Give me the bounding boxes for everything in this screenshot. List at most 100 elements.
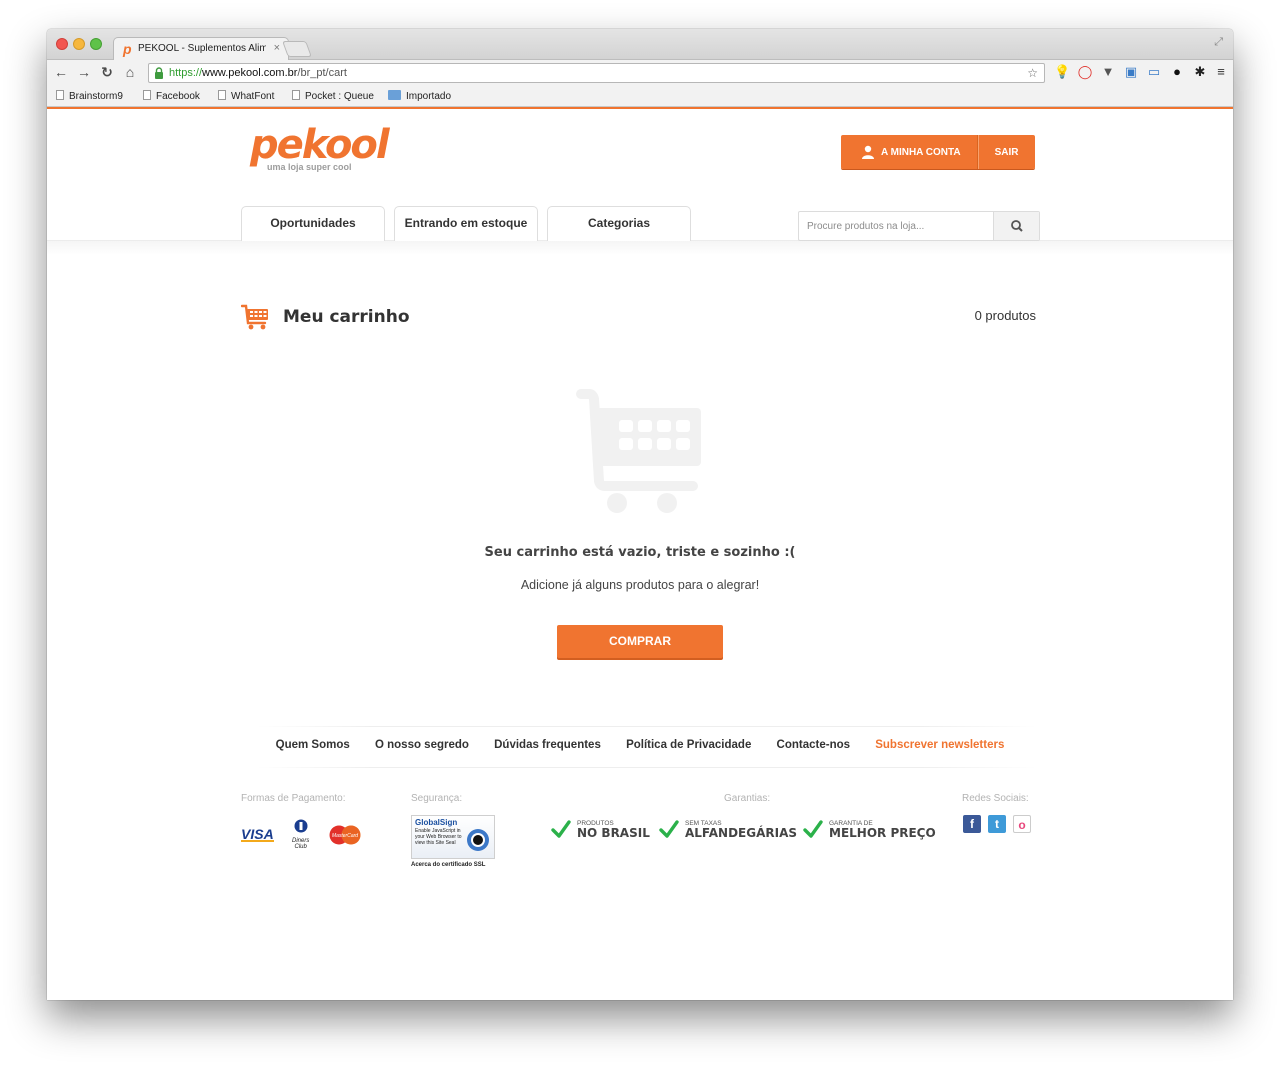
social-heading: Redes Sociais: xyxy=(962,793,1029,804)
circle-icon[interactable]: ● xyxy=(1169,64,1185,80)
search-button[interactable] xyxy=(993,212,1039,240)
guarantee-big-label: ALFANDEGÁRIAS xyxy=(685,825,798,840)
back-icon[interactable]: ← xyxy=(53,64,69,80)
site-logo[interactable]: pekool uma loja super cool xyxy=(250,122,390,172)
bookmark-whatfont[interactable]: WhatFont xyxy=(218,90,274,102)
tab-title: PEKOOL - Suplementos Alim xyxy=(138,43,266,54)
footer-links: Quem Somos O nosso segredo Dúvidas frequ… xyxy=(47,739,1233,751)
cart-title: Meu carrinho xyxy=(283,307,410,327)
nav-tab-categorias[interactable]: Categorias xyxy=(547,206,691,241)
empty-cart-icon xyxy=(576,389,701,513)
fullscreen-icon[interactable]: ⤢ xyxy=(1214,36,1223,49)
address-bar[interactable]: https://www.pekool.com.br/br_pt/cart ☆ xyxy=(148,63,1045,83)
folder-icon xyxy=(388,90,401,100)
gear-icon[interactable]: ✱ xyxy=(1192,64,1208,80)
globalsign-text: Enable JavaScript in your Web Browser to… xyxy=(415,828,462,846)
tab-strip: p PEKOOL - Suplementos Alim × ⤢ xyxy=(47,29,1233,61)
search-icon xyxy=(1011,220,1023,232)
page-icon xyxy=(56,90,64,100)
logo-tagline: uma loja super cool xyxy=(267,162,352,172)
browser-window: p PEKOOL - Suplementos Alim × ⤢ ← → ↻ ⌂ … xyxy=(47,29,1233,1000)
visa-logo: VISA xyxy=(241,825,274,842)
footer-link-quem-somos[interactable]: Quem Somos xyxy=(276,739,350,751)
footer-link-privacidade[interactable]: Política de Privacidade xyxy=(626,739,751,751)
diners-label: Diners Club xyxy=(292,838,310,850)
footer-link-duvidas[interactable]: Dúvidas frequentes xyxy=(494,739,601,751)
opera-icon[interactable]: ◯ xyxy=(1077,64,1093,80)
forward-icon[interactable]: → xyxy=(76,64,92,80)
check-icon xyxy=(659,820,679,838)
logo-wordmark: pekool xyxy=(250,122,390,168)
check-icon xyxy=(551,820,571,838)
payment-methods: VISA Diners Club MasterCard xyxy=(241,819,362,850)
bookmark-label: Pocket : Queue xyxy=(305,91,374,102)
url-scheme: https:// xyxy=(169,67,203,79)
bookmarks-bar: Brainstorm9 Facebook WhatFont Pocket : Q… xyxy=(47,86,1233,107)
bookmark-pocket[interactable]: Pocket : Queue xyxy=(292,90,374,102)
cart-item-count: 0 produtos xyxy=(974,308,1036,323)
my-account-button[interactable]: A MINHA CONTA xyxy=(841,135,978,169)
search-input[interactable] xyxy=(799,212,994,240)
logout-label: SAIR xyxy=(994,146,1019,158)
nav-tab-entrando-em-estoque[interactable]: Entrando em estoque xyxy=(394,206,538,241)
bookmark-label: Brainstorm9 xyxy=(69,91,123,102)
zoom-window-button[interactable] xyxy=(90,38,102,50)
search-box xyxy=(798,211,1040,241)
footer-divider xyxy=(257,726,1037,727)
tab-close-icon[interactable]: × xyxy=(274,42,280,54)
footer-link-nosso-segredo[interactable]: O nosso segredo xyxy=(375,739,469,751)
footer-link-contacte-nos[interactable]: Contacte-nos xyxy=(777,739,850,751)
page-icon xyxy=(292,90,300,100)
guarantee-produtos-brasil: PRODUTOS NO BRASIL xyxy=(551,819,650,839)
url-text: https://www.pekool.com.br/br_pt/cart xyxy=(169,67,347,79)
header-shadow xyxy=(47,241,1233,255)
minimize-window-button[interactable] xyxy=(73,38,85,50)
new-tab-button[interactable] xyxy=(282,41,312,57)
check-icon xyxy=(803,820,823,838)
bookmark-folder-importado[interactable]: Importado xyxy=(388,90,451,102)
empty-cart-subtitle: Adicione já alguns produtos para o alegr… xyxy=(520,578,760,592)
my-account-label: A MINHA CONTA xyxy=(881,146,961,158)
ssl-certificate-link[interactable]: Acerca do certificado SSL xyxy=(411,862,485,868)
bookmark-label: Importado xyxy=(406,91,452,102)
security-heading: Segurança: xyxy=(411,793,463,804)
bookmark-brainstorm9[interactable]: Brainstorm9 xyxy=(56,90,123,102)
facebook-icon[interactable]: f xyxy=(963,815,981,833)
bookmark-facebook[interactable]: Facebook xyxy=(143,90,200,102)
pocket-icon[interactable]: ▼ xyxy=(1100,64,1116,80)
flickr-icon[interactable]: o xyxy=(1013,815,1031,833)
close-window-button[interactable] xyxy=(56,38,68,50)
screenshot-icon[interactable]: ▣ xyxy=(1123,64,1139,80)
lock-icon xyxy=(155,67,163,79)
mastercard-logo: MasterCard xyxy=(329,825,361,844)
browser-tab[interactable]: p PEKOOL - Suplementos Alim × xyxy=(113,37,289,61)
nav-tab-oportunidades[interactable]: Oportunidades xyxy=(241,206,385,241)
page-icon xyxy=(143,90,151,100)
twitter-icon[interactable]: t xyxy=(988,815,1006,833)
guarantees-heading: Garantias: xyxy=(724,793,771,804)
reload-icon[interactable]: ↻ xyxy=(99,64,115,81)
logout-button[interactable]: SAIR xyxy=(977,135,1035,169)
main-nav: Oportunidades Entrando em estoque Catego… xyxy=(241,206,700,241)
globalsign-title: GlobalSign xyxy=(415,818,458,827)
star-icon[interactable]: ☆ xyxy=(1027,66,1038,80)
guarantee-big-label: MELHOR PREÇO xyxy=(829,825,936,840)
window-icon[interactable]: ▭ xyxy=(1146,64,1162,80)
menu-icon[interactable]: ≡ xyxy=(1213,64,1229,80)
pekool-favicon-icon: p xyxy=(123,41,132,57)
empty-cart-title: Seu carrinho está vazio, triste e sozinh… xyxy=(484,545,796,560)
footer-link-newsletter[interactable]: Subscrever newsletters xyxy=(875,739,1004,751)
url-path: /br_pt/cart xyxy=(297,67,347,79)
buy-button[interactable]: COMPRAR xyxy=(557,625,723,658)
guarantee-sem-taxas: SEM TAXAS ALFANDEGÁRIAS xyxy=(659,819,797,839)
page-content: pekool uma loja super cool A MINHA CONTA… xyxy=(47,107,1233,1000)
home-icon[interactable]: ⌂ xyxy=(122,64,138,80)
lightbulb-icon[interactable]: 💡 xyxy=(1054,64,1070,80)
diners-club-logo: Diners Club xyxy=(288,819,314,850)
footer-divider xyxy=(257,767,1037,768)
globalsign-seal[interactable]: GlobalSign Enable JavaScript in your Web… xyxy=(411,815,495,859)
user-icon xyxy=(862,145,874,159)
page-icon xyxy=(218,90,226,100)
eye-icon xyxy=(467,829,489,851)
url-host: www.pekool.com.br xyxy=(202,67,298,79)
